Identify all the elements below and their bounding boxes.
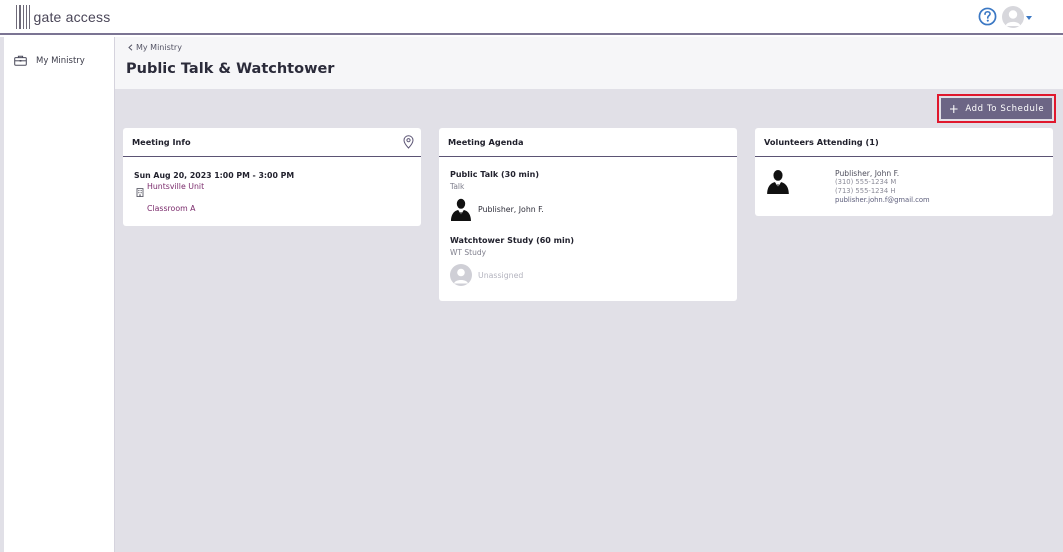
agenda-item-title: Public Talk (30 min) [450, 170, 539, 179]
meeting-info-card: Meeting Info Sun Aug 20, 2023 1:00 PM - … [123, 128, 421, 226]
meeting-info-title: Meeting Info [132, 137, 191, 147]
page-header: My Ministry Public Talk & Watchtower [115, 37, 1063, 89]
sidebar-item-label: My Ministry [36, 55, 85, 66]
user-avatar-icon [1002, 6, 1024, 28]
volunteer-email-link[interactable]: publisher.john.f@gmail.com [835, 196, 930, 204]
logo-bars-icon [16, 5, 31, 29]
volunteer-phone-mobile: (310) 555-1234 M [835, 178, 897, 186]
page-title: Public Talk & Watchtower [126, 61, 335, 77]
breadcrumb-back-label: My Ministry [136, 43, 182, 52]
sidebar-item-my-ministry[interactable]: My Ministry [14, 55, 85, 66]
meeting-datetime: Sun Aug 20, 2023 1:00 PM - 3:00 PM [134, 171, 295, 180]
agenda-assignee[interactable]: Publisher, John F. [450, 197, 544, 221]
logo-text: gate access [33, 9, 111, 25]
user-menu[interactable] [1002, 6, 1032, 28]
person-silhouette-icon [767, 169, 789, 194]
volunteers-card: Volunteers Attending (1) Publisher, John… [755, 128, 1053, 216]
top-bar: gate access [0, 0, 1063, 35]
agenda-assignee-name: Unassigned [478, 270, 524, 280]
agenda-item-title: Watchtower Study (60 min) [450, 236, 575, 245]
agenda-assignee[interactable]: Unassigned [450, 264, 523, 286]
volunteers-header: Volunteers Attending (1) [755, 128, 1053, 157]
meeting-info-header: Meeting Info [123, 128, 421, 157]
add-to-schedule-label: Add To Schedule [965, 103, 1045, 114]
volunteer-phone-home: (713) 555-1234 H [835, 187, 896, 195]
volunteers-title: Volunteers Attending (1) [764, 137, 879, 147]
agenda-item-subtitle: Talk [450, 182, 465, 191]
agenda-item-subtitle: WT Study [450, 248, 487, 257]
meeting-location-link[interactable]: Huntsville Unit [147, 182, 204, 191]
building-icon [136, 188, 144, 197]
meeting-agenda-title: Meeting Agenda [448, 137, 524, 147]
agenda-assignee-name: Publisher, John F. [478, 204, 544, 214]
sidebar: My Ministry [0, 37, 115, 552]
empty-avatar-icon [450, 264, 472, 286]
volunteer-name: Publisher, John F. [835, 169, 900, 178]
add-to-schedule-button[interactable]: + Add To Schedule [941, 98, 1052, 119]
meeting-room-link[interactable]: Classroom A [147, 204, 196, 213]
location-pin-icon[interactable] [403, 135, 414, 149]
person-silhouette-icon [451, 198, 471, 221]
briefcase-icon [14, 55, 27, 66]
chevron-left-icon [128, 44, 133, 51]
meeting-agenda-header: Meeting Agenda [439, 128, 737, 157]
breadcrumb[interactable]: My Ministry [128, 43, 182, 52]
app-logo[interactable]: gate access [16, 5, 110, 29]
main-content: + Add To Schedule Meeting Info Sun Aug 2… [115, 89, 1063, 552]
chevron-down-icon [1026, 16, 1032, 20]
help-icon[interactable] [978, 7, 997, 26]
add-to-schedule-highlight: + Add To Schedule [937, 94, 1056, 123]
meeting-agenda-card: Meeting Agenda Public Talk (30 min) Talk… [439, 128, 737, 301]
plus-icon: + [948, 101, 960, 116]
